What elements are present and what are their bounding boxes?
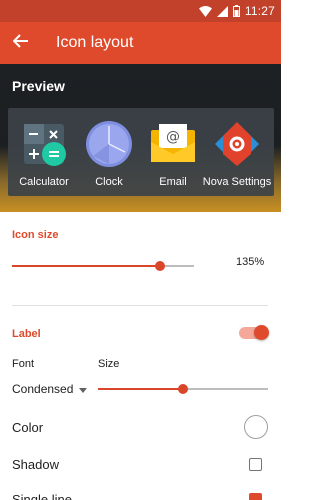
icon-size-title: Icon size [12, 229, 59, 241]
nova-settings-icon [213, 120, 261, 168]
divider [12, 305, 268, 306]
font-value: Condensed [12, 382, 74, 396]
shadow-label: Shadow [12, 457, 59, 472]
email-icon: @ [149, 120, 197, 168]
color-label: Color [12, 420, 44, 435]
signal-icon [216, 5, 228, 17]
arrow-back-icon [12, 33, 29, 53]
preview-app-label: Clock [95, 176, 123, 188]
single-line-label: Single line [12, 492, 72, 500]
icon-size-slider-fill [12, 265, 160, 267]
dropdown-arrow-icon [79, 382, 88, 396]
wifi-icon [198, 5, 212, 17]
back-button[interactable] [0, 22, 42, 64]
app-bar: Icon layout [0, 22, 281, 64]
preview-app-label: Nova Settings [202, 176, 272, 188]
shadow-checkbox[interactable] [249, 458, 262, 471]
preview-app-email: @ Email [140, 108, 206, 196]
preview-app-label: Email [159, 176, 187, 188]
font-dropdown[interactable]: Condensed [12, 382, 88, 396]
single-line-checkbox[interactable] [249, 493, 262, 500]
preview-app-calculator: Calculator [11, 108, 77, 196]
preview-dock: Calculator Clock @ Email Nova Settings [8, 108, 274, 196]
label-size-slider-thumb[interactable] [178, 384, 188, 394]
status-time: 11:27 [244, 4, 275, 18]
page-title: Icon layout [56, 34, 134, 51]
icon-size-slider-thumb[interactable] [155, 261, 165, 271]
svg-text:@: @ [166, 129, 180, 145]
label-size-slider-fill [98, 388, 183, 390]
clock-icon [85, 120, 133, 168]
color-swatch[interactable] [244, 415, 268, 439]
preview-app-clock: Clock [76, 108, 142, 196]
preview-app-label: Calculator [19, 176, 69, 188]
label-section-title: Label [12, 328, 41, 340]
calculator-icon [20, 120, 68, 168]
battery-icon [232, 5, 240, 17]
preview-app-nova-settings: Nova Settings [202, 108, 272, 196]
preview-label: Preview [12, 78, 65, 94]
size-label: Size [98, 358, 120, 370]
status-bar: 11:27 [0, 0, 281, 22]
font-label: Font [12, 358, 35, 370]
preview-panel: Preview Calculator Clock @ Email Nova Se… [0, 64, 281, 212]
label-toggle-thumb[interactable] [254, 325, 269, 340]
icon-size-value: 135% [236, 256, 265, 268]
